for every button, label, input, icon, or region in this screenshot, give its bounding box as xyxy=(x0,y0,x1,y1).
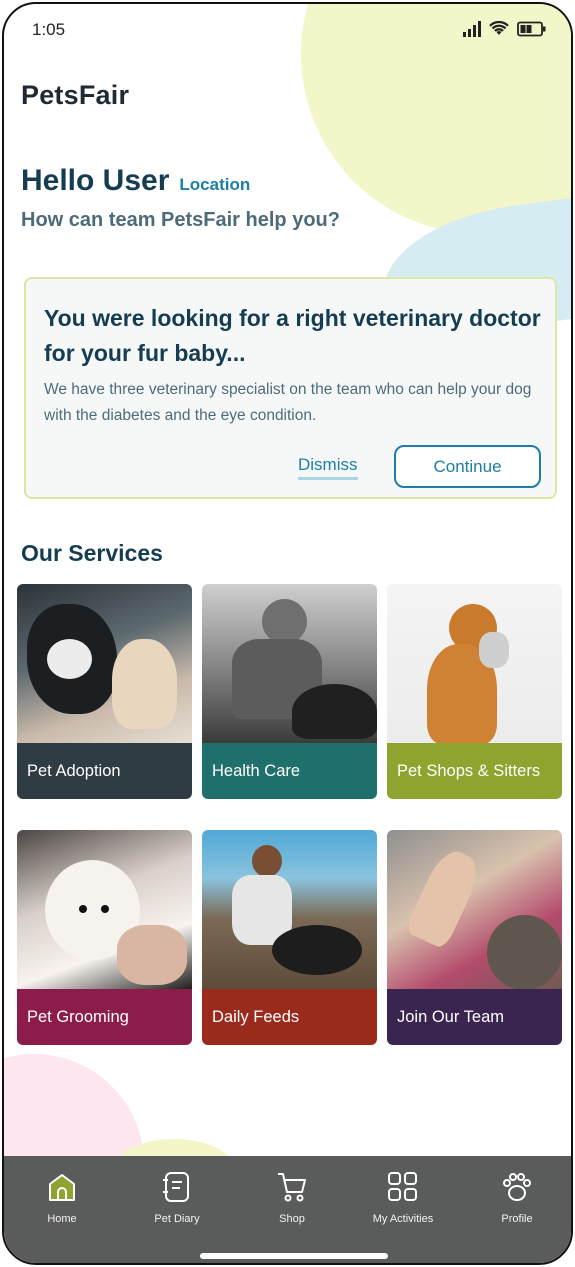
health-care-photo xyxy=(202,584,377,744)
service-label: Daily Feeds xyxy=(202,989,377,1045)
service-tile-join-our-team[interactable]: Join Our Team xyxy=(387,830,562,1045)
dismiss-button[interactable]: Dismiss xyxy=(298,455,358,480)
status-icons xyxy=(463,21,547,37)
pet-adoption-photo xyxy=(17,584,192,744)
service-tile-pet-grooming[interactable]: Pet Grooming xyxy=(17,830,192,1045)
greeting-title: Hello User xyxy=(21,164,170,197)
home-icon xyxy=(45,1170,79,1204)
bottom-navigation: Home Pet Diary Shop My Activities Profil… xyxy=(4,1156,571,1263)
grid-icon xyxy=(386,1170,420,1204)
cart-icon xyxy=(275,1170,309,1204)
daily-feeds-photo xyxy=(202,830,377,990)
home-indicator[interactable] xyxy=(200,1253,388,1259)
pet-grooming-photo xyxy=(17,830,192,990)
app-logo: PetsFair xyxy=(21,80,130,110)
nav-label: Profile xyxy=(501,1213,533,1225)
suggestion-body: We have three veterinary specialist on t… xyxy=(44,381,532,424)
service-tile-pet-adoption[interactable]: Pet Adoption xyxy=(17,584,192,799)
suggestion-card: You were looking for a right veterinary … xyxy=(24,277,557,499)
nav-label: Pet Diary xyxy=(154,1213,200,1225)
signal-icon xyxy=(463,21,481,37)
wifi-icon xyxy=(489,21,509,35)
service-label: Pet Grooming xyxy=(17,989,192,1045)
nav-label: My Activities xyxy=(372,1213,434,1225)
join-team-photo xyxy=(387,830,562,990)
diary-icon xyxy=(160,1170,194,1204)
battery-icon xyxy=(517,21,546,37)
nav-item-home[interactable]: Home xyxy=(7,1170,117,1225)
phone-screen: 1:05 PetsFair Hello User Location How ca… xyxy=(2,2,573,1265)
continue-button[interactable]: Continue xyxy=(394,445,541,488)
status-time: 1:05 xyxy=(32,20,66,39)
suggestion-title: You were looking for a right veterinary … xyxy=(44,305,541,366)
nav-item-profile[interactable]: Profile xyxy=(462,1170,571,1225)
services-title: Our Services xyxy=(21,540,163,566)
location-link[interactable]: Location xyxy=(179,175,250,195)
service-label: Health Care xyxy=(202,743,377,799)
paw-icon xyxy=(500,1170,534,1204)
service-tile-pet-shops-sitters[interactable]: Pet Shops & Sitters xyxy=(387,584,562,799)
service-label: Join Our Team xyxy=(387,989,562,1045)
service-label: Pet Adoption xyxy=(17,743,192,799)
pet-shops-photo xyxy=(387,584,562,744)
nav-label: Shop xyxy=(279,1213,305,1225)
nav-item-shop[interactable]: Shop xyxy=(237,1170,347,1225)
status-bar: 1:05 xyxy=(4,4,571,58)
nav-item-pet-diary[interactable]: Pet Diary xyxy=(122,1170,232,1225)
service-label: Pet Shops & Sitters xyxy=(387,743,562,799)
nav-item-my-activities[interactable]: My Activities xyxy=(348,1170,458,1225)
service-tile-daily-feeds[interactable]: Daily Feeds xyxy=(202,830,377,1045)
service-tile-health-care[interactable]: Health Care xyxy=(202,584,377,799)
greeting: Hello User Location xyxy=(21,164,250,198)
nav-label: Home xyxy=(47,1213,77,1225)
greeting-subtitle: How can team PetsFair help you? xyxy=(21,209,340,231)
